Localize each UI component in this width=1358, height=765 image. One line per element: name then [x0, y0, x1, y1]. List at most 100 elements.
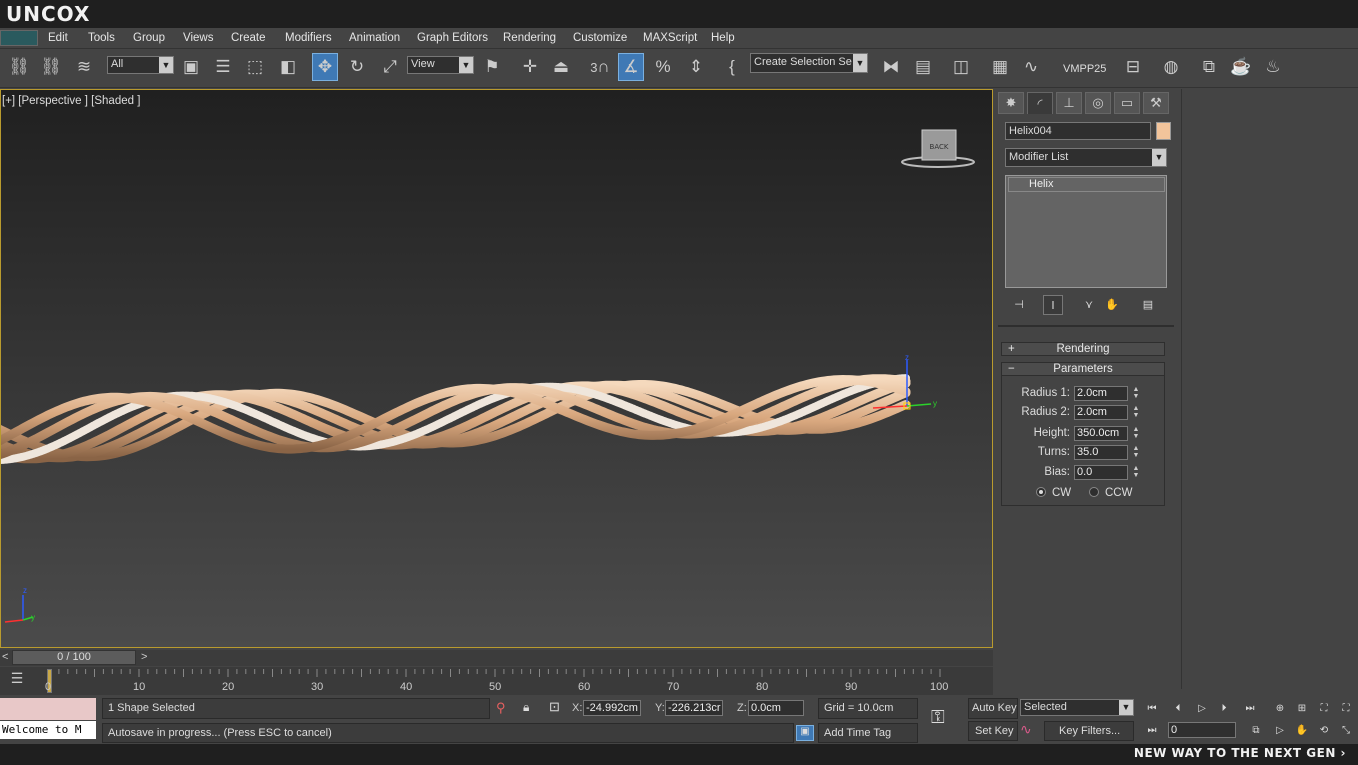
- viewcube[interactable]: BACK: [901, 129, 975, 168]
- time-prev-button[interactable]: <: [2, 651, 8, 663]
- align-icon[interactable]: ▤: [910, 53, 936, 81]
- menu-tools[interactable]: Tools: [88, 32, 115, 44]
- menu-group[interactable]: Group: [133, 32, 165, 44]
- maxscript-mini-listener[interactable]: Welcome to M: [0, 721, 96, 739]
- show-end-result-icon[interactable]: Ⅰ: [1043, 295, 1063, 315]
- field-of-view-icon[interactable]: ▷: [1270, 722, 1290, 738]
- make-unique-icon[interactable]: ⋎: [1080, 295, 1098, 313]
- menu-modifiers[interactable]: Modifiers: [285, 32, 332, 44]
- time-slider[interactable]: [0, 650, 993, 666]
- time-configuration-icon[interactable]: ⧉: [1246, 722, 1266, 738]
- mini-curve-editor-icon[interactable]: ☰: [6, 670, 28, 690]
- rendering-rollout[interactable]: + Rendering: [1001, 342, 1165, 356]
- parameters-rollout[interactable]: − Parameters: [1001, 362, 1165, 376]
- create-tab-icon[interactable]: ✸: [998, 92, 1024, 114]
- modifier-list-dropdown[interactable]: Modifier List ▼: [1005, 148, 1167, 167]
- display-tab-icon[interactable]: ▭: [1114, 92, 1140, 114]
- y-coordinate-field[interactable]: -226.213cr: [665, 700, 723, 716]
- orbit-icon[interactable]: ⟲: [1314, 722, 1334, 738]
- motion-tab-icon[interactable]: ◎: [1085, 92, 1111, 114]
- rendered-frame-window-icon[interactable]: ☕: [1228, 53, 1254, 81]
- graphite-tools-icon[interactable]: ▦: [987, 53, 1013, 81]
- turns-spinner[interactable]: 35.0: [1074, 445, 1128, 460]
- go-to-start-icon[interactable]: ⏮: [1142, 700, 1162, 716]
- menu-edit[interactable]: Edit: [48, 32, 68, 44]
- bias-spinner-arrows[interactable]: ▲ ▼: [1131, 465, 1141, 480]
- cw-radio[interactable]: [1036, 487, 1046, 497]
- edit-named-selection-icon[interactable]: {: [719, 53, 745, 81]
- adaptive-degradation-icon[interactable]: ▣: [796, 725, 814, 741]
- named-selection-dropdown[interactable]: Create Selection Se ▼: [750, 53, 868, 73]
- utilities-tab-icon[interactable]: ⚒: [1143, 92, 1169, 114]
- add-time-tag-button[interactable]: Add Time Tag: [818, 723, 918, 743]
- unlink-icon[interactable]: ⛓: [38, 53, 64, 81]
- mirror-icon[interactable]: ⧓: [878, 53, 904, 81]
- time-next-button[interactable]: >: [141, 651, 147, 663]
- percent-snap-icon[interactable]: %: [650, 53, 676, 81]
- object-name-field[interactable]: Helix004: [1005, 122, 1151, 140]
- spinner-snap-icon[interactable]: ⇕: [683, 53, 709, 81]
- menu-views[interactable]: Views: [183, 32, 213, 44]
- window-crossing-icon[interactable]: ◧: [275, 53, 301, 81]
- select-and-scale-icon[interactable]: ⤢: [377, 53, 403, 81]
- selection-lock-icon[interactable]: 🔒︎: [523, 700, 537, 716]
- menu-create[interactable]: Create: [231, 32, 266, 44]
- zoom-icon[interactable]: ⊕: [1270, 700, 1290, 716]
- select-and-rotate-icon[interactable]: ↻: [344, 53, 370, 81]
- radius2-spinner-arrows[interactable]: ▲ ▼: [1131, 405, 1141, 420]
- maxscript-listener-pink[interactable]: [0, 698, 96, 720]
- pan-view-icon[interactable]: ✋: [1292, 722, 1312, 738]
- snaps-toggle-icon[interactable]: 3 ∩: [587, 53, 613, 81]
- radius1-spinner[interactable]: 2.0cm: [1074, 386, 1128, 401]
- pivot-center-icon[interactable]: ⚑: [479, 53, 505, 81]
- render-production-icon[interactable]: ♨: [1260, 53, 1286, 81]
- zoom-extents-icon[interactable]: ⛶: [1314, 700, 1334, 716]
- application-button[interactable]: [0, 30, 38, 46]
- menu-help[interactable]: Help: [711, 32, 735, 44]
- z-coordinate-field[interactable]: 0.0cm: [748, 700, 804, 716]
- viewport-label[interactable]: [+] [Perspective ] [Shaded ]: [2, 95, 140, 107]
- modify-tab-icon[interactable]: ◜: [1027, 92, 1053, 114]
- modifier-stack-item[interactable]: Helix: [1008, 177, 1165, 192]
- bind-to-spacewarp-icon[interactable]: ≋: [71, 53, 97, 81]
- select-object-icon[interactable]: ▣: [178, 53, 204, 81]
- go-to-end-icon[interactable]: ⏭: [1240, 700, 1260, 716]
- key-filters-button[interactable]: Key Filters...: [1044, 721, 1134, 741]
- layer-manager-icon[interactable]: ◫: [948, 53, 974, 81]
- menu-animation[interactable]: Animation: [349, 32, 400, 44]
- default-tangent-icon[interactable]: ∿: [1020, 721, 1042, 741]
- remove-modifier-icon[interactable]: ✋: [1103, 295, 1121, 313]
- reference-coordinate-dropdown[interactable]: View ▼: [407, 56, 474, 74]
- menu-maxscript[interactable]: MAXScript: [643, 32, 697, 44]
- perspective-viewport[interactable]: BACK z y z y: [0, 89, 993, 648]
- pin-stack-icon[interactable]: ⊣: [1010, 295, 1028, 313]
- select-and-link-icon[interactable]: ⛓: [6, 53, 32, 81]
- ccw-radio[interactable]: [1089, 487, 1099, 497]
- key-mode-toggle-icon[interactable]: ⏭: [1142, 722, 1162, 738]
- isolate-selection-icon[interactable]: ⚲: [496, 700, 510, 716]
- absolute-mode-icon[interactable]: ⊡: [549, 699, 565, 715]
- configure-modifier-sets-icon[interactable]: ▤: [1139, 295, 1157, 313]
- material-editor-icon[interactable]: ◍: [1158, 53, 1184, 81]
- set-key-icon[interactable]: ⚿: [931, 707, 945, 728]
- current-frame-field[interactable]: 0: [1168, 722, 1236, 738]
- radius2-spinner[interactable]: 2.0cm: [1074, 405, 1128, 420]
- set-key-button[interactable]: Set Key: [968, 721, 1018, 741]
- auto-key-button[interactable]: Auto Key: [968, 698, 1018, 719]
- zoom-all-icon[interactable]: ⊞: [1292, 700, 1312, 716]
- keyboard-shortcut-override-icon[interactable]: ⏏: [548, 53, 574, 81]
- menu-rendering[interactable]: Rendering: [503, 32, 556, 44]
- radius1-spinner-arrows[interactable]: ▲ ▼: [1131, 386, 1141, 401]
- next-frame-icon[interactable]: ⏵: [1214, 700, 1234, 716]
- selection-filter-dropdown[interactable]: All ▼: [107, 56, 174, 74]
- turns-spinner-arrows[interactable]: ▲ ▼: [1131, 445, 1141, 460]
- height-spinner-arrows[interactable]: ▲ ▼: [1131, 426, 1141, 441]
- curve-editor-icon[interactable]: ∿: [1018, 53, 1044, 81]
- menu-customize[interactable]: Customize: [573, 32, 627, 44]
- select-by-name-icon[interactable]: ☰: [210, 53, 236, 81]
- play-icon[interactable]: ▷: [1192, 700, 1212, 716]
- object-color-swatch[interactable]: [1156, 122, 1171, 140]
- menu-graph-editors[interactable]: Graph Editors: [417, 32, 488, 44]
- maximize-viewport-icon[interactable]: ⤡: [1336, 722, 1356, 738]
- rectangular-selection-icon[interactable]: ⬚: [242, 53, 268, 81]
